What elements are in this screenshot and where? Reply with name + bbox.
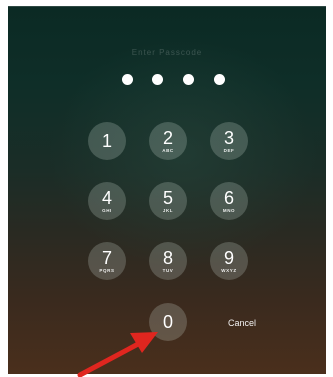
key-5-digit: 5 xyxy=(162,188,173,208)
key-2-letters: ABC xyxy=(162,148,174,153)
key-0-digit: 0 xyxy=(162,312,173,332)
passcode-dot-4 xyxy=(214,74,225,85)
key-3[interactable]: 3 DEF xyxy=(210,122,248,160)
key-4-digit: 4 xyxy=(101,188,112,208)
key-6[interactable]: 6 MNO xyxy=(210,182,248,220)
key-2[interactable]: 2 ABC xyxy=(149,122,187,160)
key-2-digit: 2 xyxy=(162,128,173,148)
key-7-digit: 7 xyxy=(101,248,112,268)
lock-screen: Enter Passcode 1 2 ABC 3 DEF 4 GHI 5 JKL… xyxy=(8,6,326,374)
key-8-digit: 8 xyxy=(162,248,173,268)
key-6-digit: 6 xyxy=(223,188,234,208)
passcode-dots xyxy=(122,74,226,88)
passcode-dot-3 xyxy=(183,74,194,85)
screen-top-edge xyxy=(8,6,326,7)
key-6-letters: MNO xyxy=(222,208,236,213)
key-4-letters: GHI xyxy=(102,208,112,213)
key-0[interactable]: 0 xyxy=(149,303,187,341)
key-7-letters: PQRS xyxy=(99,268,115,273)
key-5-letters: JKL xyxy=(162,208,174,213)
key-9-letters: WXYZ xyxy=(221,268,237,273)
passcode-dot-2 xyxy=(152,74,163,85)
key-9[interactable]: 9 WXYZ xyxy=(210,242,248,280)
key-5[interactable]: 5 JKL xyxy=(149,182,187,220)
key-8[interactable]: 8 TUV xyxy=(149,242,187,280)
key-4[interactable]: 4 GHI xyxy=(88,182,126,220)
passcode-hint: Enter Passcode xyxy=(131,48,203,57)
key-8-letters: TUV xyxy=(162,268,174,273)
passcode-dot-1 xyxy=(122,74,133,85)
key-7[interactable]: 7 PQRS xyxy=(88,242,126,280)
key-9-digit: 9 xyxy=(223,248,234,268)
key-1-digit: 1 xyxy=(101,131,112,151)
key-3-letters: DEF xyxy=(223,148,235,153)
key-3-digit: 3 xyxy=(223,128,234,148)
cancel-button[interactable]: Cancel xyxy=(220,318,264,328)
key-1[interactable]: 1 xyxy=(88,122,126,160)
